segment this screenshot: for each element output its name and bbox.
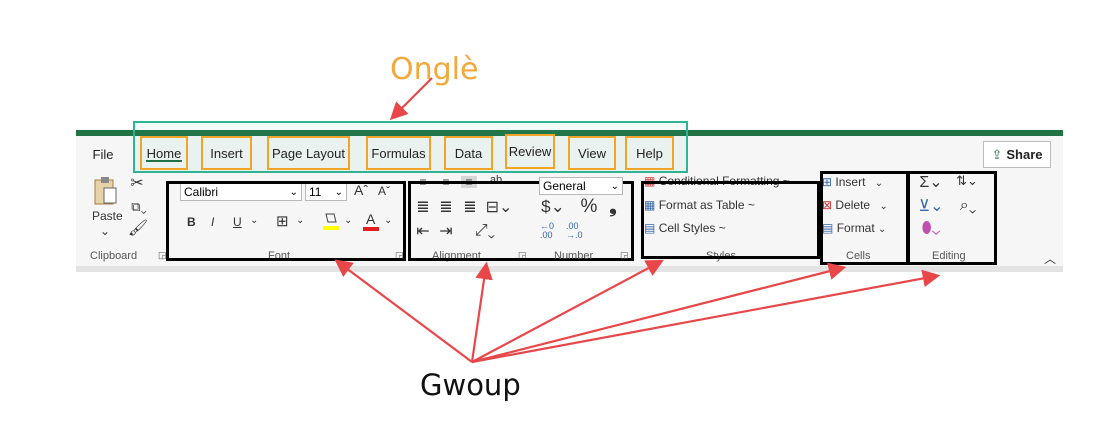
arrow-to-number xyxy=(471,259,664,363)
arrow-to-tabs xyxy=(389,77,433,121)
annotation-arrows xyxy=(334,77,941,364)
arrow-to-cells xyxy=(471,262,847,364)
arrow-to-alignment xyxy=(470,261,493,363)
arrow-to-editing xyxy=(471,269,941,364)
arrow-to-font xyxy=(334,259,473,363)
